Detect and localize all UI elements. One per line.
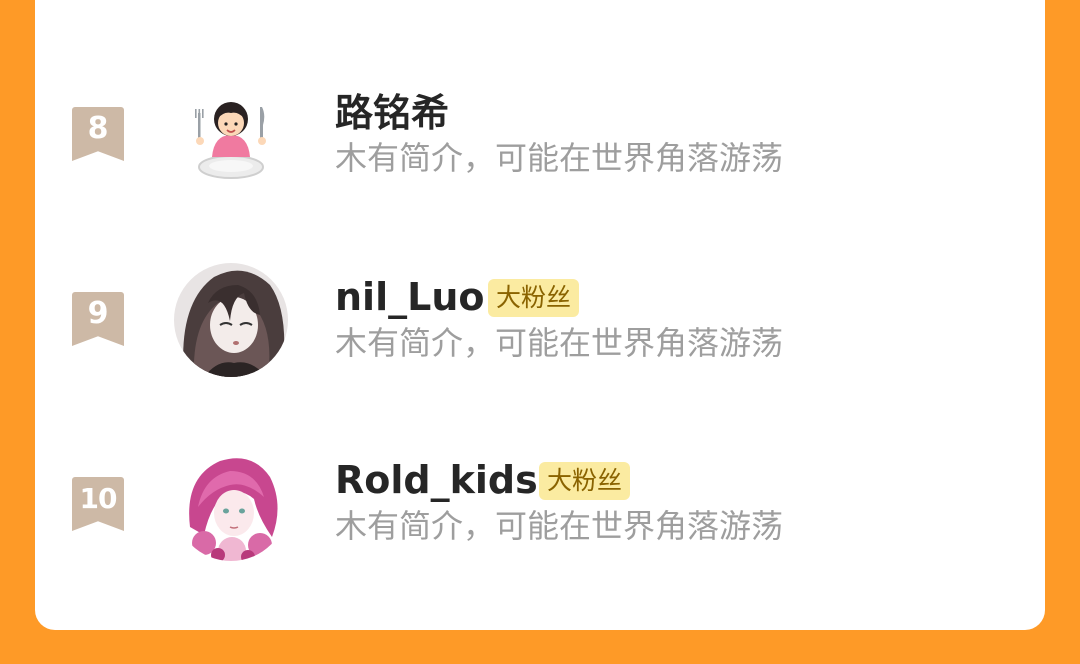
fan-intro: 木有简介，可能在世界角落游荡 <box>335 324 784 362</box>
fan-row[interactable]: 8 路铭希 木有简介，可能在世界角落游荡 <box>0 80 1080 200</box>
pink-hair-anime-avatar[interactable] <box>174 447 288 561</box>
fan-name[interactable]: nil_Luo <box>335 275 484 319</box>
big-fan-badge: 大粉丝 <box>539 462 631 500</box>
rank-badge: 8 <box>72 107 124 161</box>
big-fan-badge: 大粉丝 <box>488 279 580 317</box>
fan-intro: 木有简介，可能在世界角落游荡 <box>335 139 784 177</box>
girl-with-fork-and-knife-icon[interactable] <box>174 83 288 197</box>
rank-badge: 10 <box>72 477 124 531</box>
fan-intro: 木有简介，可能在世界角落游荡 <box>335 507 784 545</box>
fan-row[interactable]: 10 Rold_kids 大粉丝 木有简介，可能在世界角落游荡 <box>0 445 1080 565</box>
rank-badge: 9 <box>72 292 124 346</box>
fan-name[interactable]: Rold_kids <box>335 458 538 502</box>
fan-row[interactable]: 9 nil_Luo 大粉丝 木有简介，可能在世界角落游荡 <box>0 260 1080 380</box>
anime-girl-avatar[interactable] <box>174 263 288 377</box>
fan-name[interactable]: 路铭希 <box>335 91 449 135</box>
